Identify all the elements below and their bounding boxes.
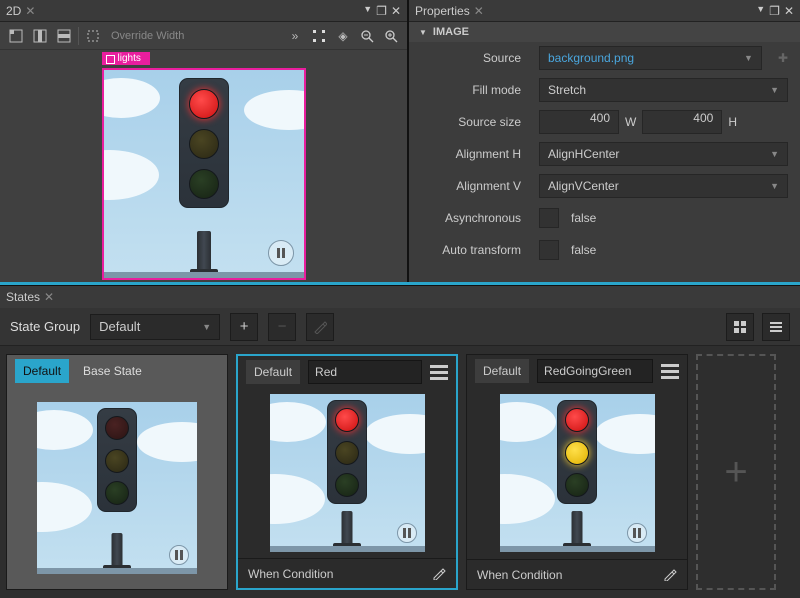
prop-source: Source background.png ▼ ✚ (409, 42, 800, 74)
base-thumb (37, 402, 197, 574)
default-badge: Default (246, 360, 300, 384)
menu-icon[interactable] (430, 365, 448, 380)
selection-outline[interactable]: lights (102, 68, 306, 280)
states-tab-label: States (6, 290, 40, 304)
menu-icon[interactable] (661, 364, 679, 379)
anchor-v-icon[interactable] (30, 26, 50, 46)
chevron-down-icon[interactable]: ▼ (756, 4, 765, 18)
anchor-tl-icon[interactable] (6, 26, 26, 46)
2d-toolbar: Override Width » ◈ (0, 22, 407, 50)
remove-state-button[interactable]: − (268, 313, 296, 341)
default-badge: Default (15, 359, 69, 383)
redgoinggreen-thumb (500, 394, 655, 552)
close-icon[interactable]: ✕ (474, 4, 484, 18)
handles-icon[interactable] (309, 26, 329, 46)
2d-tab-label: 2D (6, 4, 21, 18)
reset-icon[interactable]: ◈ (333, 26, 353, 46)
image-section-header[interactable]: IMAGE (409, 22, 800, 42)
pause-icon (627, 523, 647, 543)
close-panel-icon[interactable]: ✕ (784, 4, 794, 18)
detach-icon[interactable]: ❐ (769, 4, 780, 18)
condition-row[interactable]: When Condition (238, 558, 456, 588)
prop-alignv: Alignment V AlignVCenter▼ (409, 170, 800, 202)
async-value: false (571, 211, 596, 225)
selection-label: lights (102, 52, 150, 65)
list-view-button[interactable] (762, 313, 790, 341)
chevron-down-icon: ▼ (770, 85, 779, 95)
chevron-down-icon: ▼ (770, 181, 779, 191)
autotransform-checkbox[interactable] (539, 240, 559, 260)
add-property-icon[interactable]: ✚ (778, 51, 788, 65)
anchor-h-icon[interactable] (54, 26, 74, 46)
states-toolbar: State Group Default ▼ + − (0, 308, 800, 346)
crop-icon[interactable] (83, 26, 103, 46)
states-panel: States ✕ State Group Default ▼ + − Defau… (0, 285, 800, 598)
2d-view-panel: 2D ✕ ▼ ❐ ✕ Override Width » ◈ (0, 0, 408, 282)
prop-autotransform: Auto transform false (409, 234, 800, 266)
properties-tab-label: Properties (415, 4, 470, 18)
pause-icon (169, 545, 189, 565)
zoom-in-icon[interactable] (381, 26, 401, 46)
source-value: background.png (548, 51, 634, 65)
default-badge: Default (475, 359, 529, 383)
alignv-combo[interactable]: AlignVCenter▼ (539, 174, 788, 198)
state-group-select[interactable]: Default ▼ (90, 314, 220, 340)
alignh-combo[interactable]: AlignHCenter▼ (539, 142, 788, 166)
properties-tab[interactable]: Properties ✕ ▼ ❐ ✕ (409, 0, 800, 22)
2d-tab[interactable]: 2D ✕ ▼ ❐ ✕ (0, 0, 407, 22)
prop-async: Asynchronous false (409, 202, 800, 234)
close-icon[interactable]: ✕ (44, 290, 54, 304)
close-icon[interactable]: ✕ (25, 4, 35, 18)
add-state-card[interactable]: + (696, 354, 776, 590)
override-field[interactable]: Override Width (111, 30, 281, 42)
section-title: IMAGE (433, 26, 469, 38)
state-card-red[interactable]: Default Red When Condition (236, 354, 458, 590)
edit-icon[interactable] (433, 567, 446, 580)
scene-preview (104, 70, 304, 278)
autotransform-value: false (571, 243, 596, 257)
async-checkbox[interactable] (539, 208, 559, 228)
height-unit: H (728, 115, 737, 129)
edit-icon[interactable] (664, 568, 677, 581)
lamp-green (189, 169, 219, 199)
height-input[interactable]: 400 (642, 110, 722, 134)
chevron-down-icon: ▼ (770, 149, 779, 159)
state-card-redgoinggreen[interactable]: Default RedGoingGreen When Condition (466, 354, 688, 590)
states-tab[interactable]: States ✕ (0, 286, 800, 308)
add-state-button[interactable]: + (230, 313, 258, 341)
more-icon[interactable]: » (285, 26, 305, 46)
lamp-red (189, 89, 219, 119)
properties-panel: Properties ✕ ▼ ❐ ✕ IMAGE Source backgrou… (408, 0, 800, 282)
width-input[interactable]: 400 (539, 110, 619, 134)
chevron-down-icon: ▼ (744, 53, 753, 63)
source-combo[interactable]: background.png ▼ (539, 46, 762, 70)
prop-alignh: Alignment H AlignHCenter▼ (409, 138, 800, 170)
edit-state-button[interactable] (306, 313, 334, 341)
state-card-base[interactable]: Default Base State (6, 354, 228, 590)
cards-row: Default Base State Default Red (0, 346, 800, 598)
state-name-input[interactable]: RedGoingGreen (537, 359, 653, 383)
fillmode-combo[interactable]: Stretch▼ (539, 78, 788, 102)
detach-icon[interactable]: ❐ (376, 4, 387, 18)
state-group-label: State Group (10, 319, 80, 334)
condition-row[interactable]: When Condition (467, 559, 687, 589)
canvas[interactable]: lights (0, 50, 407, 282)
chevron-down-icon: ▼ (202, 322, 211, 332)
prop-sourcesize: Source size 400 W 400 H (409, 106, 800, 138)
pause-icon (397, 523, 417, 543)
state-name-input[interactable]: Red (308, 360, 422, 384)
zoom-out-icon[interactable] (357, 26, 377, 46)
grid-view-button[interactable] (726, 313, 754, 341)
lamp-yellow (189, 129, 219, 159)
red-thumb (270, 394, 425, 552)
pause-button[interactable] (268, 240, 294, 266)
state-name-base: Base State (77, 359, 219, 383)
close-panel-icon[interactable]: ✕ (391, 4, 401, 18)
width-unit: W (625, 115, 636, 129)
prop-fillmode: Fill mode Stretch▼ (409, 74, 800, 106)
chevron-down-icon[interactable]: ▼ (363, 4, 372, 18)
